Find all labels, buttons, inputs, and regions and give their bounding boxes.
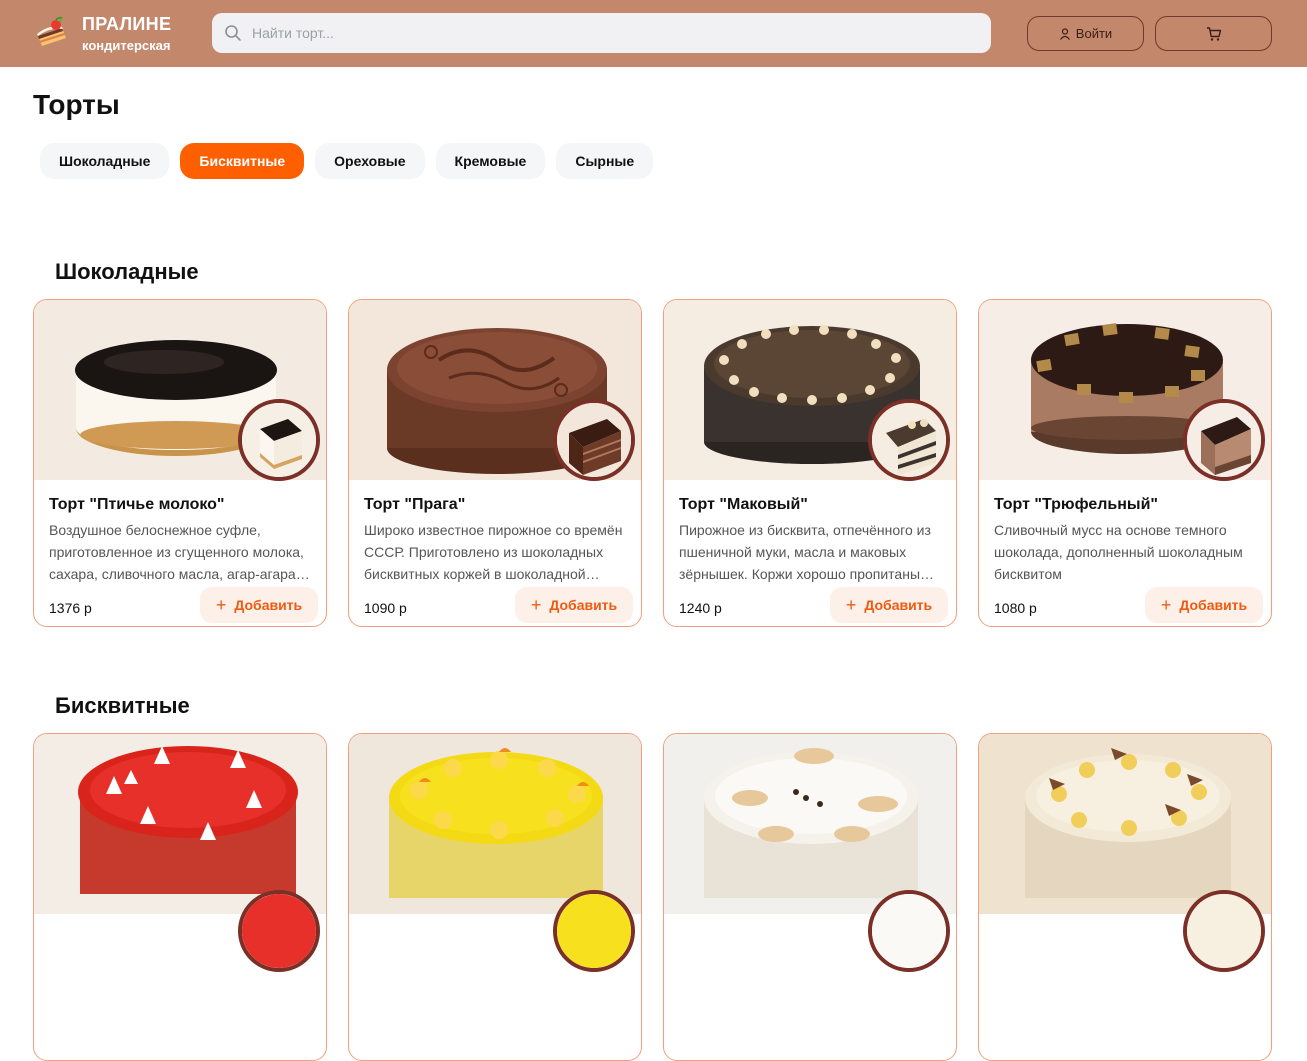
login-button[interactable]: Войти	[1027, 16, 1144, 51]
search-bar[interactable]	[212, 13, 991, 53]
logo-name: ПРАЛИНЕ	[82, 14, 172, 35]
plus-icon: +	[1160, 594, 1172, 615]
product-image[interactable]	[979, 300, 1271, 481]
product-price: 1376 р	[49, 600, 92, 616]
product-image[interactable]	[979, 734, 1271, 972]
product-card[interactable]	[978, 733, 1272, 1061]
product-image[interactable]	[664, 300, 956, 481]
add-to-cart-button[interactable]: + Добавить	[830, 587, 948, 623]
product-price: 1240 р	[679, 600, 722, 616]
product-description: Пирожное из бисквита, отпечённого из пше…	[679, 522, 931, 582]
product-description: Сливочный мусс на основе темного шоколад…	[994, 522, 1243, 582]
search-icon	[225, 25, 241, 41]
product-thumbnail	[238, 399, 320, 481]
product-card[interactable]: Торт "Маковый" Пирожное из бисквита, отп…	[663, 299, 957, 627]
cart-button[interactable]	[1155, 16, 1272, 51]
logo-subtitle: кондитерская	[82, 37, 171, 53]
logo[interactable]: ПРАЛИНЕ кондитерская	[34, 12, 184, 56]
page-title: Торты	[33, 89, 120, 120]
product-image[interactable]	[34, 734, 326, 972]
product-price: 1090 р	[364, 600, 407, 616]
product-thumbnail	[238, 890, 320, 972]
product-thumbnail	[868, 399, 950, 481]
section-title-chocolate: Шоколадные	[55, 259, 199, 284]
tab-cheese[interactable]: Сырные	[556, 143, 654, 179]
product-image[interactable]	[34, 300, 326, 481]
product-thumbnail	[553, 890, 635, 972]
product-description: Воздушное белоснежное суфле, приготовлен…	[49, 522, 308, 582]
category-tabs: Шоколадные Бисквитные Ореховые Кремовые …	[40, 143, 654, 179]
plus-icon: +	[845, 594, 857, 615]
product-title: Торт "Птичье молоко"	[49, 496, 225, 513]
product-card[interactable]	[348, 733, 642, 1061]
plus-icon: +	[215, 594, 227, 615]
add-label: Добавить	[1179, 597, 1248, 613]
product-card[interactable]	[33, 733, 327, 1061]
cake-logo-icon	[34, 16, 70, 52]
add-to-cart-button[interactable]: + Добавить	[200, 587, 318, 623]
tab-cream[interactable]: Кремовые	[435, 143, 546, 179]
login-label: Войти	[1075, 26, 1113, 41]
product-thumbnail	[553, 399, 635, 481]
product-grid-sponge	[33, 733, 1272, 1061]
add-to-cart-button[interactable]: + Добавить	[515, 587, 633, 623]
product-card[interactable]: Торт "Прага" Широко известное пирожное с…	[348, 299, 642, 627]
product-thumbnail	[1183, 399, 1265, 481]
product-card[interactable]: Торт "Трюфельный" Сливочный мусс на осно…	[978, 299, 1272, 627]
product-image[interactable]	[664, 734, 956, 972]
product-thumbnail	[868, 890, 950, 972]
product-card[interactable]	[663, 733, 957, 1061]
plus-icon: +	[530, 594, 542, 615]
product-title: Торт "Трюфельный"	[994, 496, 1159, 513]
product-description: Широко известное пирожное со времён СССР…	[364, 522, 623, 582]
product-image[interactable]	[349, 734, 641, 972]
add-to-cart-button[interactable]: + Добавить	[1145, 587, 1263, 623]
search-input[interactable]	[252, 25, 952, 41]
product-title: Торт "Маковый"	[679, 496, 808, 513]
tab-sponge[interactable]: Бисквитные	[180, 143, 305, 179]
product-thumbnail	[1183, 890, 1265, 972]
add-label: Добавить	[234, 597, 303, 613]
section-title-sponge: Бисквитные	[55, 693, 190, 718]
add-label: Добавить	[549, 597, 618, 613]
tab-nut[interactable]: Ореховые	[315, 143, 425, 179]
user-icon	[1059, 27, 1070, 40]
product-title: Торт "Прага"	[364, 496, 466, 513]
product-card[interactable]: Торт "Птичье молоко" Воздушное белоснежн…	[33, 299, 327, 627]
add-label: Добавить	[864, 597, 933, 613]
product-price: 1080 р	[994, 600, 1037, 616]
product-image[interactable]	[349, 300, 641, 481]
cart-icon	[1206, 26, 1221, 41]
header: ПРАЛИНЕ кондитерская Войти	[0, 0, 1307, 67]
product-grid-chocolate: Торт "Птичье молоко" Воздушное белоснежн…	[33, 299, 1272, 627]
tab-chocolate[interactable]: Шоколадные	[40, 143, 170, 179]
